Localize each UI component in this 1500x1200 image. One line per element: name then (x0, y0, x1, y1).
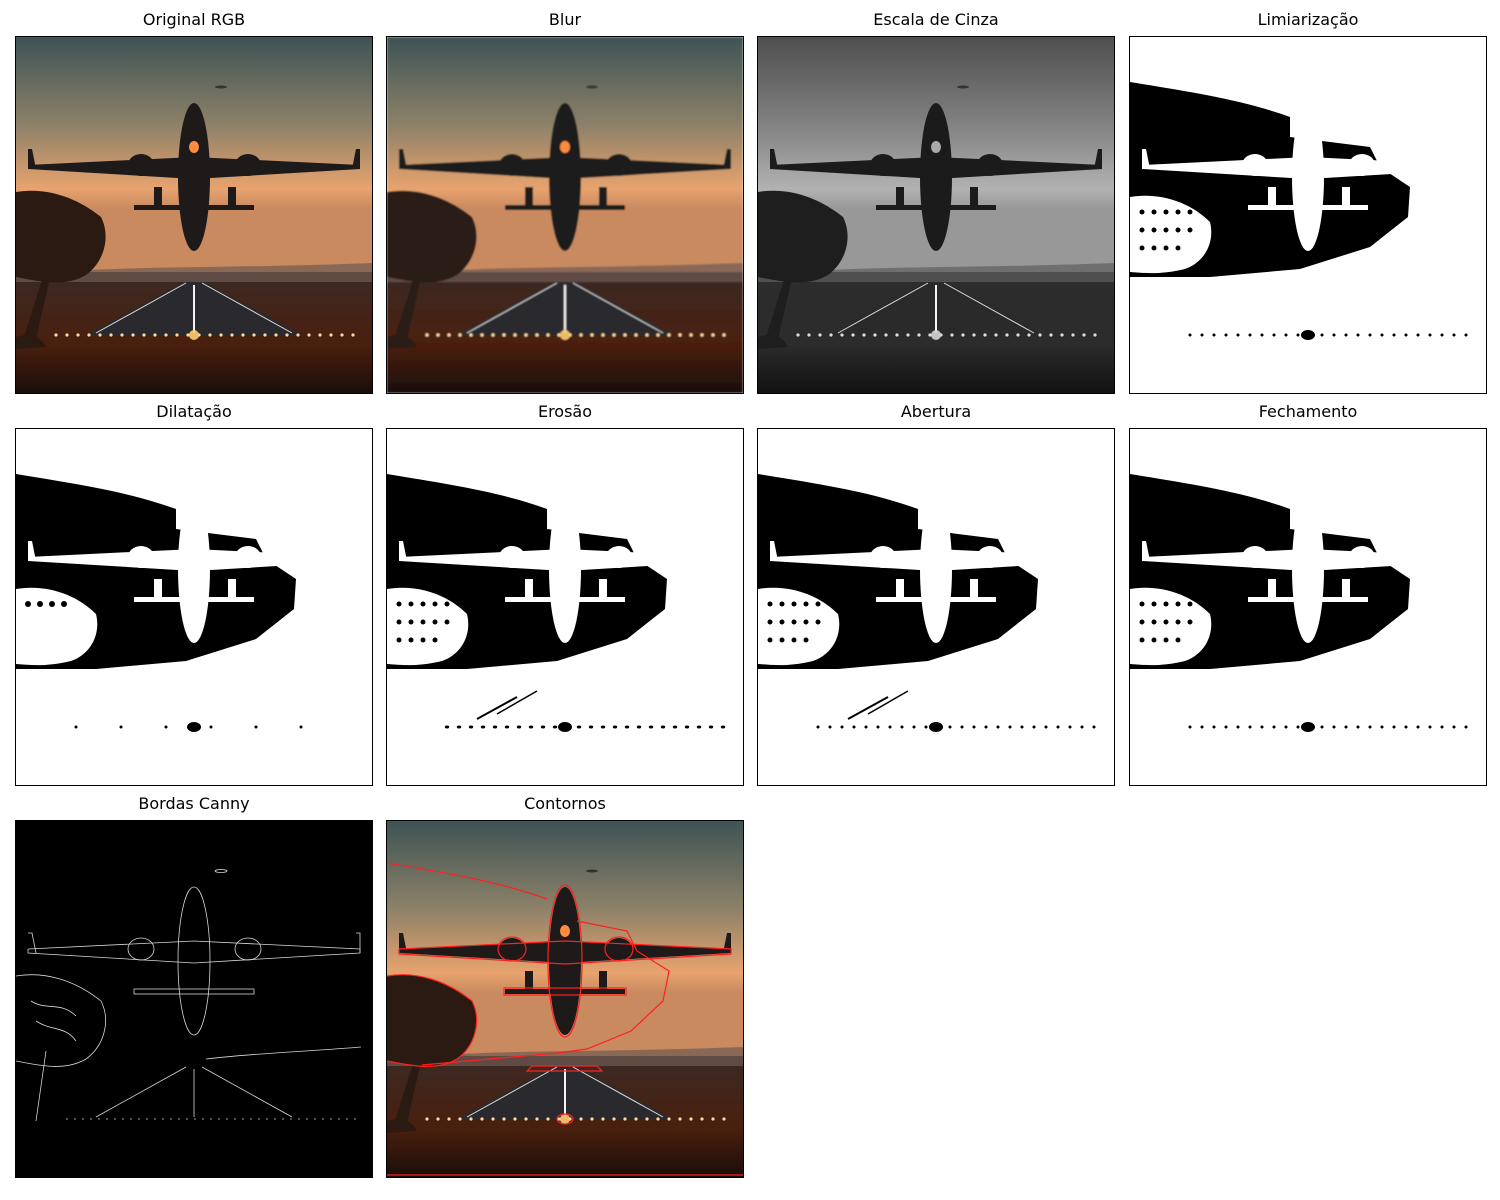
panel-title: Dilatação (156, 402, 232, 421)
canny-svg (16, 821, 372, 1177)
original-rgb-image (15, 36, 373, 394)
binary-svg (758, 429, 1114, 785)
panel-title: Fechamento (1258, 402, 1358, 421)
binary-svg (1130, 429, 1486, 785)
scene-svg (387, 821, 743, 1177)
scene-svg (387, 37, 743, 393)
panel-title: Limiarização (1257, 10, 1359, 29)
dilation-image (15, 428, 373, 786)
binary-svg (16, 429, 372, 785)
blur-image (386, 36, 744, 394)
scene-svg (758, 37, 1114, 393)
contours-image (386, 820, 744, 1178)
panel-title: Escala de Cinza (873, 10, 999, 29)
opening-image (757, 428, 1115, 786)
figure-canvas: { "panels": [ {"title": "Original RGB", … (0, 0, 1500, 1200)
canny-edges-image (15, 820, 373, 1178)
panel-title: Bordas Canny (138, 794, 250, 813)
binary-svg (1130, 37, 1486, 393)
panel-title: Abertura (900, 402, 972, 421)
grayscale-image (757, 36, 1115, 394)
threshold-image (1129, 36, 1487, 394)
panel-title: Erosão (537, 402, 593, 421)
binary-svg (387, 429, 743, 785)
panel-title: Blur (548, 10, 582, 29)
scene-svg (16, 37, 372, 393)
closing-image (1129, 428, 1487, 786)
erosion-image (386, 428, 744, 786)
panel-title: Contornos (524, 794, 606, 813)
panel-title: Original RGB (142, 10, 246, 29)
